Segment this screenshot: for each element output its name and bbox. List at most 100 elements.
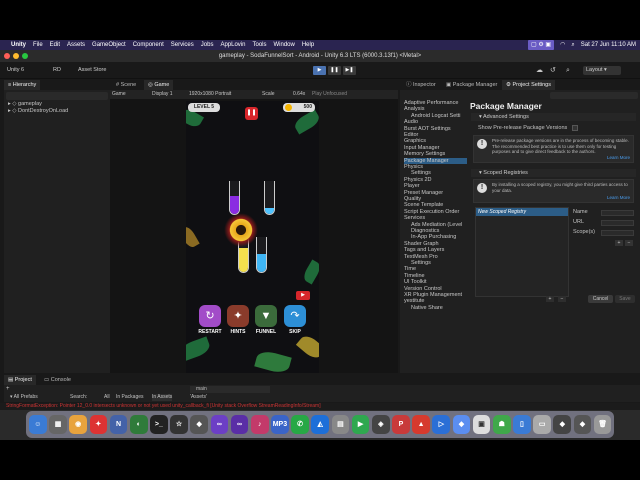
display-dropdown[interactable]: Display 1 <box>152 90 173 99</box>
menu-jobs[interactable]: Jobs <box>201 40 214 50</box>
app-p-icon[interactable]: P <box>392 415 410 434</box>
registry-list-item[interactable]: New Scoped Registry <box>476 208 568 216</box>
tab-package-manager[interactable]: ▣ Package Manager <box>442 80 501 90</box>
tab-hierarchy[interactable]: ≡ Hierarchy <box>4 80 41 90</box>
app-lightblue-icon[interactable]: ◆ <box>452 415 471 434</box>
app-dark-icon[interactable]: ☆ <box>170 415 188 434</box>
bottle-tube[interactable] <box>264 181 275 215</box>
trash-icon[interactable]: 🗑 <box>593 415 612 434</box>
registry-url-field[interactable] <box>601 220 634 226</box>
remove-registry-button[interactable]: − <box>558 296 566 302</box>
hierarchy-item[interactable]: ▸ ◇ gameplay <box>8 101 42 108</box>
menu-tools[interactable]: Tools <box>252 40 266 50</box>
play-button[interactable]: ▶ <box>313 66 326 75</box>
visual-studio-alt-icon[interactable]: ∞ <box>230 415 249 434</box>
status-icons[interactable]: ▢ ⚙ ▣ <box>528 40 555 50</box>
step-button[interactable]: ▶❚ <box>343 66 356 75</box>
registry-name-field[interactable] <box>601 210 634 216</box>
scoped-registries-header[interactable]: ▾ Scoped Registries <box>471 169 636 177</box>
pause-button[interactable]: ❚❚ <box>328 66 341 75</box>
asset-store-button[interactable]: Asset Store <box>75 66 109 75</box>
terminal-icon[interactable]: >_ <box>150 415 168 434</box>
settings-list-item[interactable]: Native Share <box>411 305 443 311</box>
roblox-icon[interactable]: ▣ <box>472 415 491 434</box>
search-scope-all[interactable]: All <box>104 394 110 401</box>
tab-inspector[interactable]: ⓘ Inspector <box>402 80 440 90</box>
menu-file[interactable]: File <box>33 40 43 50</box>
play-focused-dropdown[interactable]: Play Unfocused <box>312 90 347 99</box>
menu-window[interactable]: Window <box>274 40 295 50</box>
unity-version-label[interactable]: Unity 6 <box>4 66 27 75</box>
game-canvas[interactable]: LEVEL 5 ❚❚ 500 ▶ ↻ RESTART ✦ HINTS ▼ FUN… <box>186 101 319 373</box>
restart-button[interactable]: ↻ <box>199 305 221 327</box>
remove-scope-button[interactable]: − <box>625 240 633 246</box>
history-icon[interactable]: ↺ <box>550 62 556 79</box>
project-search-input[interactable]: main <box>190 386 270 393</box>
scale-value[interactable]: 0.64x <box>293 90 305 99</box>
account-button[interactable]: RD <box>50 66 64 75</box>
hints-button[interactable]: ✦ <box>227 305 249 327</box>
hierarchy-item[interactable]: ▸ ◇ DontDestroyOnLoad <box>8 108 68 115</box>
save-button[interactable]: Save <box>615 295 635 303</box>
mp3-icon[interactable]: MP3 <box>271 415 289 434</box>
tab-project-settings[interactable]: ⚙ Project Settings <box>502 80 555 90</box>
learn-more-link[interactable]: Learn More <box>607 195 630 201</box>
search-scope-assets-folder[interactable]: 'Assets' <box>190 394 207 401</box>
resolution-dropdown[interactable]: 1920x1080 Portrait <box>189 90 231 99</box>
menu-gameobject[interactable]: GameObject <box>92 40 126 50</box>
app-blue2-icon[interactable]: ◭ <box>311 415 330 434</box>
app-red-icon[interactable]: ✦ <box>89 415 108 434</box>
add-registry-button[interactable]: + <box>546 296 554 302</box>
android-icon[interactable]: ☗ <box>492 415 511 434</box>
bottle-tube[interactable] <box>256 237 267 273</box>
tab-console[interactable]: ▭ Console <box>40 375 75 385</box>
app-blue3-icon[interactable]: ▯ <box>513 415 531 434</box>
tab-project[interactable]: ▤ Project <box>4 375 36 385</box>
search-scope-assets[interactable]: In Assets <box>152 394 173 401</box>
settings-list-item[interactable]: Android Logcat Setti <box>411 113 461 119</box>
app-blue-icon[interactable]: N <box>109 415 128 434</box>
video-ad-icon[interactable]: ▶ <box>296 291 310 300</box>
app-charcoal-icon[interactable]: ◈ <box>371 415 390 434</box>
app-red2-icon[interactable]: ▲ <box>412 415 430 434</box>
menu-component[interactable]: Component <box>133 40 164 50</box>
game-mode-dropdown[interactable]: Game <box>112 90 126 99</box>
registry-scope-field[interactable] <box>601 230 634 236</box>
folder-icon[interactable]: ▭ <box>533 415 551 434</box>
menu-services[interactable]: Services <box>171 40 194 50</box>
hierarchy-search[interactable] <box>6 92 108 100</box>
launchpad-icon[interactable]: ▦ <box>49 415 67 434</box>
menu-applovin[interactable]: AppLovin <box>220 40 245 50</box>
minimize-window-button[interactable] <box>13 53 19 59</box>
cancel-button[interactable]: Cancel <box>588 295 613 303</box>
search-icon[interactable]: ⌕ <box>571 40 574 50</box>
prerelease-checkbox[interactable] <box>572 125 578 131</box>
layout-dropdown[interactable]: Layout ▾ <box>583 66 621 75</box>
zoom-icon[interactable]: ▷ <box>432 415 451 434</box>
advanced-settings-header[interactable]: ▾ Advanced Settings <box>471 113 636 121</box>
close-window-button[interactable] <box>4 53 10 59</box>
menu-assets[interactable]: Assets <box>67 40 85 50</box>
clock[interactable]: Sat 27 Jun 11:10 AM <box>581 40 636 50</box>
pause-game-button[interactable]: ❚❚ <box>245 107 258 120</box>
search-icon[interactable]: ⌕ <box>566 62 570 79</box>
tab-game[interactable]: ◎ Game <box>144 80 174 90</box>
visual-studio-icon[interactable]: ∞ <box>210 415 229 434</box>
app-green2-icon[interactable]: ▶ <box>351 415 370 434</box>
zoom-window-button[interactable] <box>22 53 28 59</box>
menu-edit[interactable]: Edit <box>50 40 60 50</box>
cloud-icon[interactable]: ☁ <box>536 62 543 79</box>
skip-button[interactable]: ↷ <box>284 305 306 327</box>
wifi-icon[interactable]: ◠ <box>560 40 565 50</box>
funnel-button[interactable]: ▼ <box>255 305 277 327</box>
app-green-icon[interactable]: ◐ <box>129 415 148 434</box>
add-asset-button[interactable]: + <box>6 386 10 392</box>
whatsapp-icon[interactable]: ✆ <box>291 415 309 434</box>
console-status-bar[interactable]: StringFormatException: Pointer 12_0.0 in… <box>0 403 640 410</box>
funnel-flower[interactable] <box>224 213 258 247</box>
learn-more-link[interactable]: Learn More <box>607 155 630 161</box>
unity-icon[interactable]: ◆ <box>190 415 209 434</box>
favorites-all-prefabs[interactable]: ▾ All Prefabs <box>10 394 38 401</box>
app-pink-icon[interactable]: ♪ <box>250 415 269 434</box>
menu-help[interactable]: Help <box>302 40 314 50</box>
